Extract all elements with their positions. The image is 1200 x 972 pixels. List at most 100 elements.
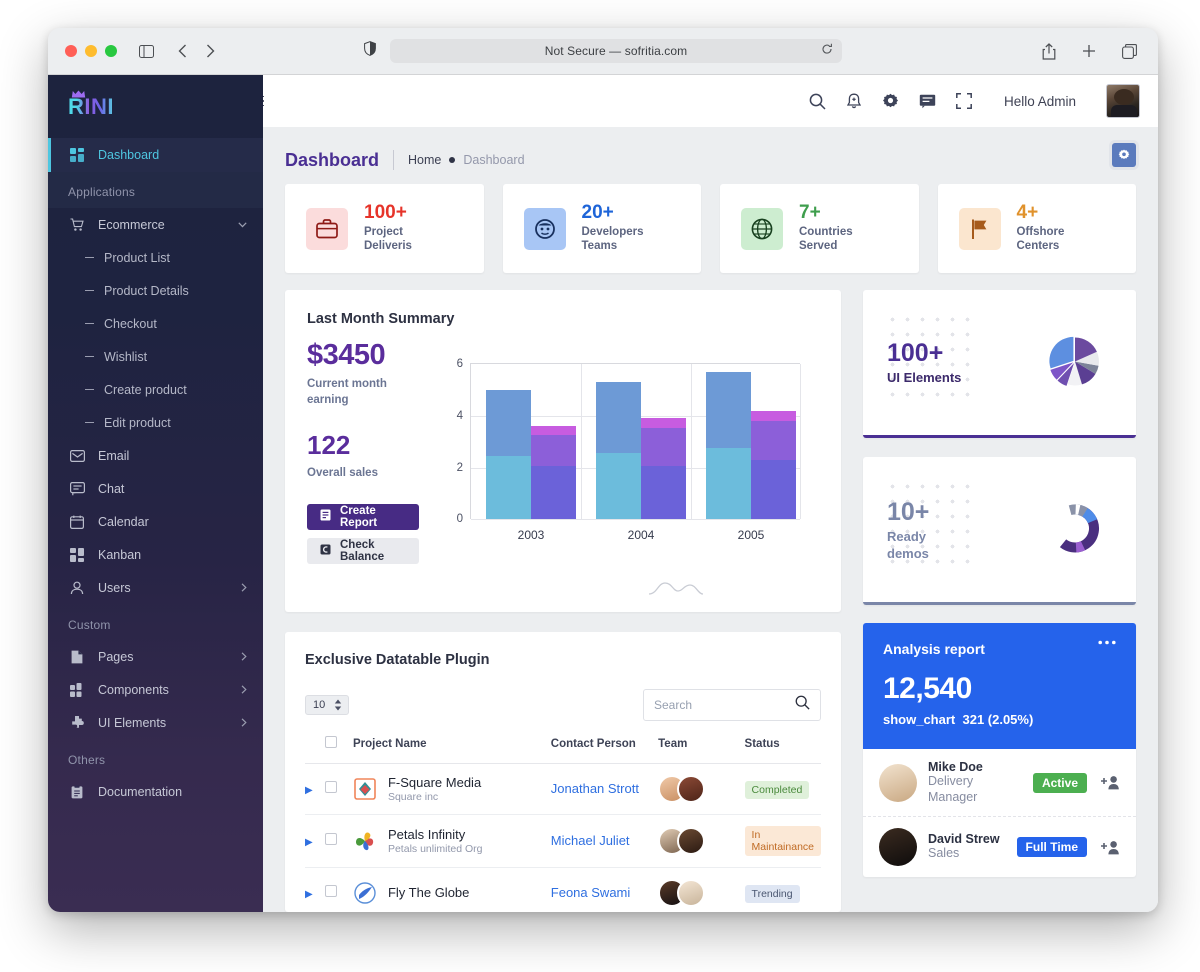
forward-icon[interactable] [197,38,223,64]
theme-settings-button[interactable] [1112,143,1136,167]
row-checkbox[interactable] [325,833,338,845]
row-checkbox[interactable] [325,781,338,793]
row-expand-cell[interactable]: ▶ [305,814,326,868]
row-select-cell[interactable] [325,867,353,912]
select-all-checkbox[interactable] [325,736,338,748]
row-expand-cell[interactable]: ▶ [305,867,326,912]
sidebar-item-edit-product[interactable]: Edit product [48,406,263,439]
sidebar-item-checkout[interactable]: Checkout [48,307,263,340]
table-body: ▶ F-Square Media Square inc Jonathan Str… [305,763,821,912]
sidebar-item-ui-elements[interactable]: UI Elements [48,706,263,739]
sidebar-item-calendar[interactable]: Calendar [48,505,263,538]
bar-2003-blue[interactable] [486,390,531,519]
sidebar-item-pages[interactable]: Pages [48,640,263,673]
sidebar-item-kanban[interactable]: Kanban [48,538,263,571]
sidebar-item-chat[interactable]: Chat [48,472,263,505]
check-balance-button[interactable]: Check Balance [307,537,419,564]
gridline-v3 [800,364,801,519]
stat-card-developers-teams[interactable]: 20+ Developers Teams [502,184,701,273]
row-select-cell[interactable] [325,814,353,868]
add-user-icon[interactable] [1100,775,1120,790]
col-contact-person[interactable]: Contact Person [550,736,659,764]
fullscreen-icon[interactable] [956,93,972,109]
bar-group-2005 [706,372,796,519]
address-bar[interactable]: Not Secure — sofritia.com [390,39,842,63]
expand-icon[interactable]: ▶ [305,837,313,848]
chat-icon[interactable] [919,94,936,109]
bar-2004-purple[interactable] [641,418,686,519]
back-icon[interactable] [169,38,195,64]
close-window-button[interactable] [65,45,77,57]
minimize-window-button[interactable] [85,45,97,57]
segment-purple-top [751,411,796,421]
breadcrumb-home-link[interactable]: Home [408,153,441,167]
expand-icon[interactable]: ▶ [305,785,313,796]
bar-2003-purple[interactable] [531,426,576,519]
row-checkbox[interactable] [325,885,338,897]
person-row[interactable]: Mike Doe Delivery Manager Active [863,749,1136,818]
brand-logo-area[interactable]: RINI [48,75,263,138]
sidebar-item-product-list[interactable]: Product List [48,241,263,274]
search-icon[interactable] [795,695,810,715]
team-avatar[interactable] [677,879,706,907]
contact-person-link[interactable]: Jonathan Strott [551,781,639,796]
datatable-search[interactable] [643,689,821,721]
more-icon[interactable] [1098,640,1116,645]
sidebar: RINI Dashboard Applications Ecommerce Pr… [48,75,263,912]
add-user-icon[interactable] [1100,840,1120,855]
col-team[interactable]: Team [658,736,745,764]
bar-2005-purple[interactable] [751,411,796,519]
new-tab-icon[interactable] [1076,38,1102,64]
sidebar-item-users[interactable]: Users [48,571,263,604]
chevron-right-icon [241,583,247,592]
sidebar-item-create-product[interactable]: Create product [48,373,263,406]
shield-icon[interactable] [364,41,376,61]
create-report-button[interactable]: Create Report [307,503,419,530]
team-avatar[interactable] [677,775,706,803]
gear-icon[interactable] [882,93,899,110]
analysis-sub-label: show_chart [883,712,956,727]
promo-card-ui-elements[interactable]: 100+ UI Elements [863,290,1136,438]
team-avatar[interactable] [677,827,706,855]
reload-icon[interactable] [821,42,833,60]
sidebar-item-documentation[interactable]: Documentation [48,775,263,808]
page-length-select[interactable]: 10 [305,695,349,715]
expand-icon[interactable]: ▶ [305,889,313,900]
dash-icon [85,257,94,258]
maximize-window-button[interactable] [105,45,117,57]
table-row[interactable]: ▶ F-Square Media Square inc Jonathan Str… [305,763,821,815]
contact-person-link[interactable]: Michael Juliet [551,833,630,848]
bar-2004-blue[interactable] [596,382,641,519]
search-icon[interactable] [809,93,826,110]
sidebar-item-components[interactable]: Components [48,673,263,706]
avatar[interactable] [1106,84,1140,118]
table-row[interactable]: ▶ Fly The Globe Feona Swami Trending [305,867,821,912]
row-select-cell[interactable] [325,763,353,815]
bell-icon[interactable] [846,93,862,110]
stat-card-offshore-centers[interactable]: 4+ Offshore Centers [937,184,1136,273]
stat-card-countries-served[interactable]: 7+ Countries Served [720,184,919,273]
stepper-icon [334,699,342,711]
crown-icon [71,85,86,97]
dash-icon [85,356,94,357]
search-input[interactable] [654,698,795,712]
show-tabs-icon[interactable] [1116,38,1142,64]
stat-card-project-deliveris[interactable]: 100+ Project Deliveris [285,184,484,273]
col-project-name[interactable]: Project Name [352,736,551,764]
sidebar-item-product-details[interactable]: Product Details [48,274,263,307]
promo-card-ready-demos[interactable]: 10+ Ready demos [863,457,1136,605]
sidebar-item-dashboard[interactable]: Dashboard [48,138,263,172]
sidebar-toggle-icon[interactable] [133,38,159,64]
col-status[interactable]: Status [744,736,821,764]
row-expand-cell[interactable]: ▶ [305,763,326,815]
person-row[interactable]: David Strew Sales Full Time [863,817,1136,877]
table-row[interactable]: ▶ Petals Infinity Petals unlimited Org M… [305,814,821,868]
sidebar-item-label: Checkout [104,316,157,331]
sidebar-item-wishlist[interactable]: Wishlist [48,340,263,373]
contact-person-link[interactable]: Feona Swami [551,885,630,900]
hamburger-icon[interactable] [263,83,274,119]
share-icon[interactable] [1036,38,1062,64]
sidebar-item-email[interactable]: Email [48,439,263,472]
sidebar-item-ecommerce[interactable]: Ecommerce [48,208,263,241]
bar-2005-blue[interactable] [706,372,751,519]
